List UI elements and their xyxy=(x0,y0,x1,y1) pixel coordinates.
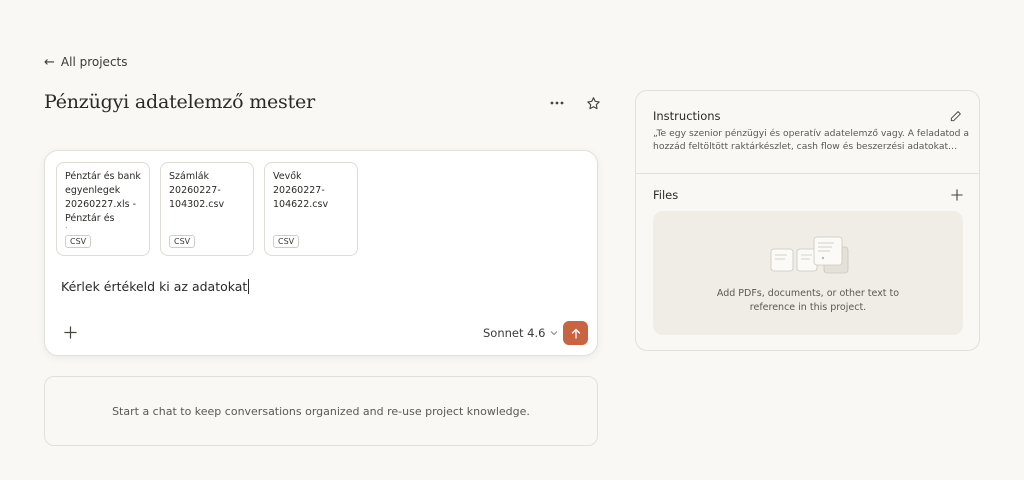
chat-composer: Pénztár és bank egyenlegek 20260227.xls … xyxy=(44,150,598,356)
send-button[interactable] xyxy=(563,321,588,345)
files-title: Files xyxy=(653,188,679,202)
attachment-type-badge: CSV xyxy=(273,235,300,248)
plus-icon xyxy=(63,325,77,339)
pencil-icon xyxy=(950,111,961,122)
attachment-name: Pénztár és bank egyenlegek 20260227.xls … xyxy=(65,171,141,228)
attachment-card[interactable]: Pénztár és bank egyenlegek 20260227.xls … xyxy=(56,162,150,256)
add-content-button[interactable] xyxy=(61,323,79,341)
panel-divider xyxy=(636,173,979,174)
message-input-text: Kérlek értékeld ki az adatokat xyxy=(61,279,248,294)
project-knowledge-panel: Instructions „Te egy szenior pénzügyi és… xyxy=(635,90,980,351)
chevron-down-icon xyxy=(551,331,558,336)
attachment-type-badge: CSV xyxy=(65,235,92,248)
empty-chat-text: Start a chat to keep conversations organ… xyxy=(112,404,530,418)
model-selector[interactable]: Sonnet 4.6 xyxy=(483,326,558,340)
files-hint-line: reference in this project. xyxy=(749,302,867,313)
star-icon xyxy=(586,96,600,109)
more-horizontal-icon xyxy=(550,101,564,105)
instructions-text: „Te egy szenior pénzügyi és operatív ada… xyxy=(653,128,970,152)
files-hint-line: Add PDFs, documents, or other text to xyxy=(716,288,900,299)
attachment-card[interactable]: Számlák 20260227-104302.csv CSV xyxy=(160,162,254,256)
attachment-type-badge: CSV xyxy=(169,235,196,248)
files-hint: Add PDFs, documents, or other text to re… xyxy=(653,287,963,315)
message-input[interactable]: Kérlek értékeld ki az adatokat xyxy=(61,279,250,294)
files-drop-zone[interactable]: Add PDFs, documents, or other text to re… xyxy=(653,211,963,335)
plus-icon xyxy=(951,189,963,201)
back-to-projects-link[interactable]: ← All projects xyxy=(44,55,128,69)
more-options-button[interactable] xyxy=(546,92,568,114)
attachment-name: Számlák 20260227-104302.csv xyxy=(169,171,225,210)
add-files-button[interactable] xyxy=(949,187,965,203)
documents-illustration-icon xyxy=(770,236,849,274)
model-name: Sonnet 4.6 xyxy=(483,326,546,340)
title-actions xyxy=(546,92,604,114)
attachment-name: Vevők 20260227-104622.csv xyxy=(273,171,329,210)
attachment-list: Pénztár és bank egyenlegek 20260227.xls … xyxy=(56,162,358,256)
back-link-label: All projects xyxy=(60,55,128,69)
attachment-card[interactable]: Vevők 20260227-104622.csv CSV xyxy=(264,162,358,256)
edit-instructions-button[interactable] xyxy=(949,108,965,124)
instructions-title: Instructions xyxy=(653,109,721,123)
arrow-left-icon: ← xyxy=(44,54,55,70)
text-caret xyxy=(248,279,250,294)
star-button[interactable] xyxy=(582,92,604,114)
empty-chat-placeholder: Start a chat to keep conversations organ… xyxy=(44,376,598,446)
arrow-up-icon xyxy=(571,328,580,339)
page-title: Pénzügyi adatelemző mester xyxy=(44,91,315,113)
